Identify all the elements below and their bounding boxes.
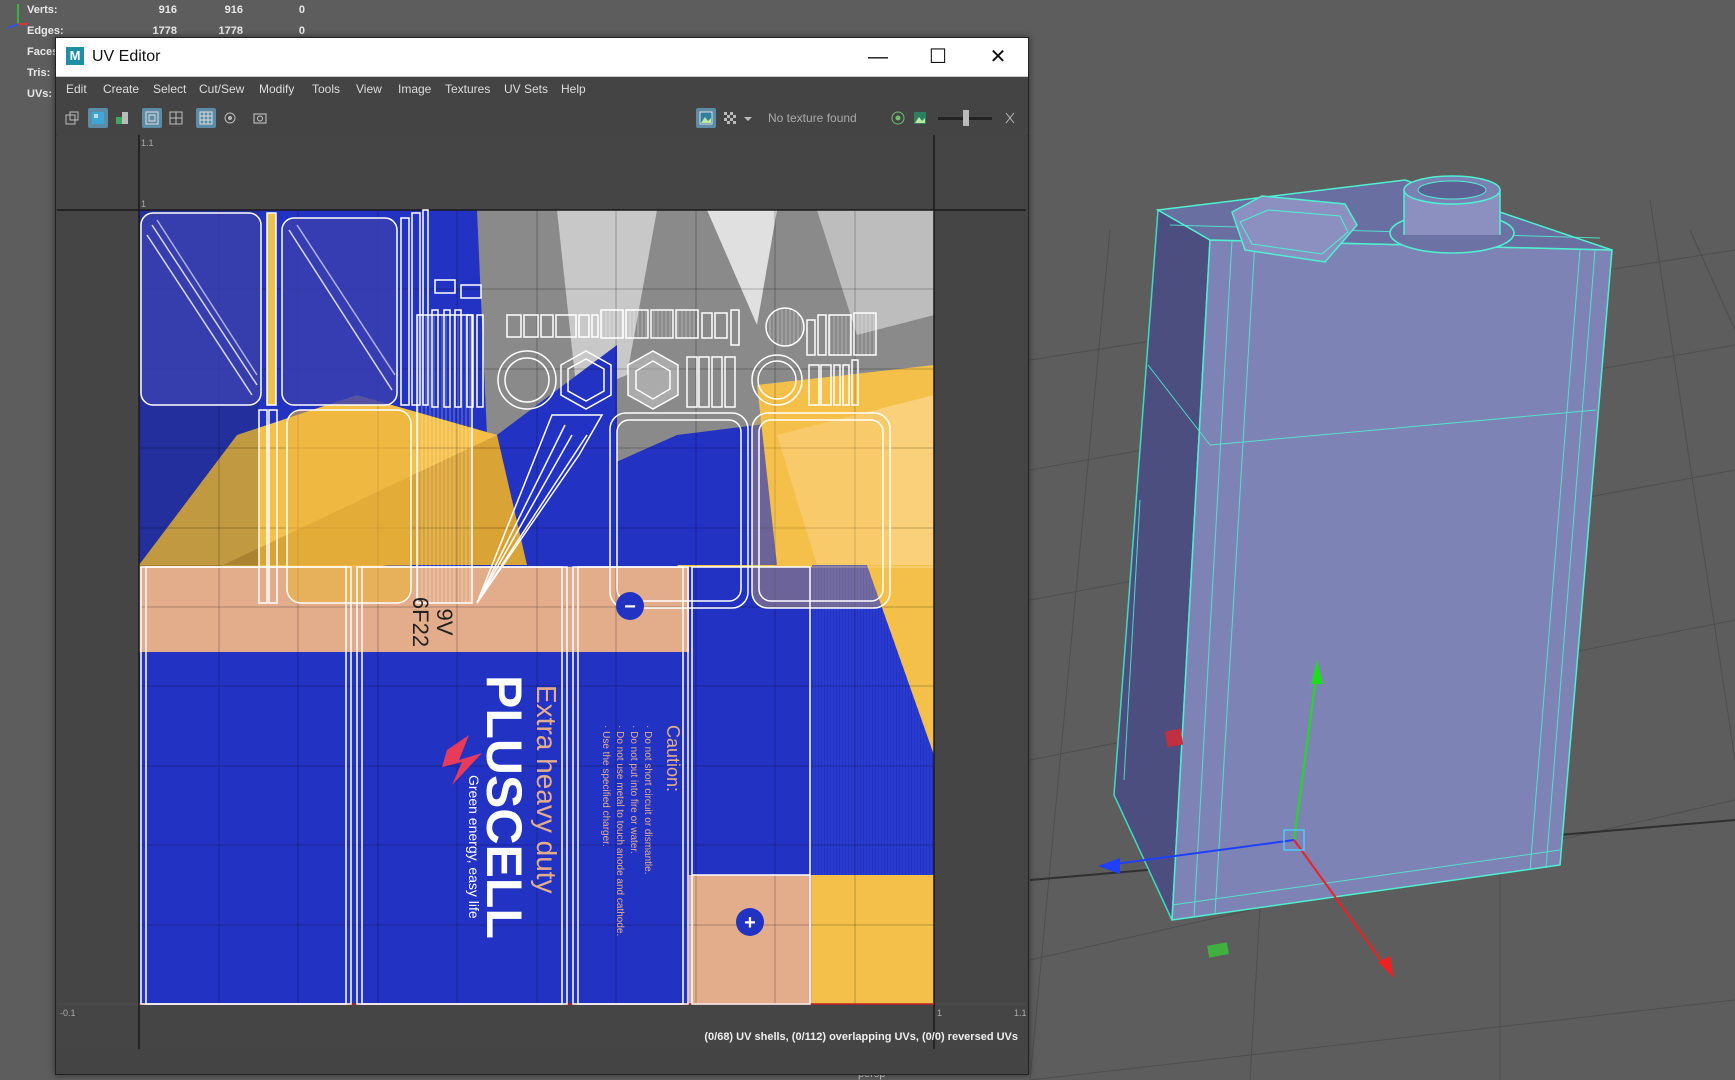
menu-textures[interactable]: Textures <box>445 82 490 96</box>
menu-create[interactable]: Create <box>103 82 139 96</box>
grid-label: 1 <box>937 1008 943 1018</box>
menu-bar: Edit Create Select Cut/Sew Modify Tools … <box>56 77 1028 101</box>
caution-line: · Use the specified charger. <box>600 725 611 847</box>
dropdown-arrow-icon[interactable] <box>740 108 752 128</box>
uv-canvas[interactable]: 9V 6F22 PLUSCELL Extra heavy duty Green … <box>57 135 1026 1049</box>
menu-view[interactable]: View <box>356 82 382 96</box>
brand-label: PLUSCELL <box>476 675 532 939</box>
shaded-uv-icon[interactable] <box>112 108 132 128</box>
grid-label: 1.1 <box>141 138 154 148</box>
image-display-icon[interactable] <box>696 108 716 128</box>
menu-uv-sets[interactable]: UV Sets <box>504 82 548 96</box>
maya-app-icon: M <box>66 47 84 65</box>
caution-line: · Do not put into fire or water. <box>628 725 639 854</box>
grid-toggle-icon[interactable] <box>196 108 216 128</box>
image-settings-icon[interactable] <box>910 108 930 128</box>
close-button[interactable]: ✕ <box>968 38 1028 76</box>
uv-border-icon[interactable] <box>142 108 162 128</box>
axis-indicator-icon <box>7 4 28 29</box>
slogan-label: Green energy, easy life <box>466 775 482 919</box>
menu-help[interactable]: Help <box>561 82 586 96</box>
grid-label: 1 <box>141 199 147 209</box>
checker-pattern-icon[interactable] <box>720 108 740 128</box>
checkered-toggle-icon[interactable] <box>88 108 108 128</box>
grid-label: -0.1 <box>60 1008 76 1018</box>
caution-line: · Do not use metal to touch anode and ca… <box>614 725 625 936</box>
uv-editor-window[interactable]: M UV Editor — ☐ ✕ Edit Create Select Cut… <box>55 37 1029 1075</box>
caution-title: Caution: <box>663 725 683 792</box>
uv-layout[interactable]: 9V 6F22 PLUSCELL Extra heavy duty Green … <box>57 135 1026 1049</box>
texture-status-text: No texture found <box>768 111 857 125</box>
exposure-icon[interactable] <box>888 108 908 128</box>
grid-label: 1.1 <box>1014 1008 1026 1018</box>
title-bar[interactable]: M UV Editor — ☐ ✕ <box>56 38 1028 77</box>
toolbar-expand-icon[interactable] <box>1000 108 1020 128</box>
uv-status-line: (0/68) UV shells, (0/112) overlapping UV… <box>704 1031 1018 1043</box>
menu-image[interactable]: Image <box>398 82 431 96</box>
maximize-button[interactable]: ☐ <box>908 38 968 76</box>
distortion-icon[interactable] <box>166 108 186 128</box>
plus-sign: + <box>744 912 756 934</box>
tagline-label: Extra heavy duty <box>531 685 562 894</box>
window-title: UV Editor <box>92 48 161 65</box>
menu-select[interactable]: Select <box>153 82 186 96</box>
minimize-button[interactable]: — <box>848 38 908 76</box>
voltage-label: 9V <box>432 609 457 636</box>
model-label: 6F22 <box>408 597 433 647</box>
snapshot-camera-icon[interactable] <box>250 108 270 128</box>
uv-shell-select-icon[interactable] <box>62 108 82 128</box>
menu-tools[interactable]: Tools <box>312 82 340 96</box>
exposure-slider-handle[interactable] <box>963 110 969 126</box>
caution-line: · Do not short circuit or dismantle. <box>642 725 653 875</box>
menu-cut-sew[interactable]: Cut/Sew <box>199 82 244 96</box>
menu-modify[interactable]: Modify <box>259 82 294 96</box>
uv-toolbar: No texture found <box>56 101 1028 136</box>
menu-edit[interactable]: Edit <box>66 82 87 96</box>
pixel-snap-icon[interactable] <box>220 108 240 128</box>
minus-sign: − <box>624 596 636 618</box>
